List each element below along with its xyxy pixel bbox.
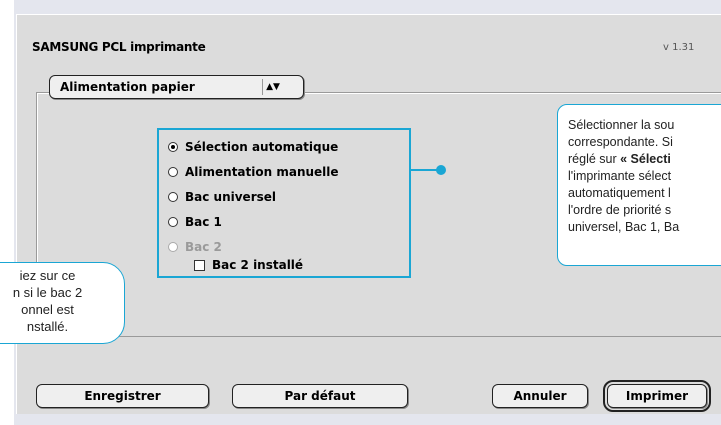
radio-icon [168, 217, 178, 227]
radio-label: Alimentation manuelle [185, 165, 339, 179]
callout-line: Sélectionner la sou [568, 118, 675, 132]
section-popup-menu[interactable]: Alimentation papier ▲▼ [49, 75, 304, 99]
callout-line: iez sur ce [19, 268, 76, 283]
checkbox-label: Bac 2 installé [212, 258, 304, 272]
callout-line: nstallé. [26, 319, 69, 334]
callout-line: n si le bac 2 [12, 285, 83, 300]
callout-line: automatiquement l [568, 186, 671, 200]
radio-label: Sélection automatique [185, 140, 339, 154]
callout-line: universel, Bac 1, Ba [568, 220, 680, 234]
radio-icon [168, 192, 178, 202]
radio-icon [168, 242, 178, 252]
callout-line: l'ordre de priorité s [568, 203, 672, 217]
radio-label: Bac 2 [185, 240, 222, 254]
callout-line: onnel est [21, 302, 74, 317]
radio-tray-1[interactable]: Bac 1 [168, 213, 222, 231]
radio-label: Bac universel [185, 190, 277, 204]
radio-tray-2: Bac 2 [168, 238, 222, 256]
left-margin [0, 0, 14, 425]
radio-label: Bac 1 [185, 215, 222, 229]
print-button[interactable]: Imprimer [603, 380, 711, 412]
popup-arrows-icon: ▲▼ [262, 79, 283, 95]
callout-paper-source: Sélectionner la sou correspondante. Si r… [557, 104, 721, 266]
cancel-button[interactable]: Annuler [492, 384, 588, 408]
dialog-title: SAMSUNG PCL imprimante [32, 40, 206, 54]
radio-manual-feed[interactable]: Alimentation manuelle [168, 163, 339, 181]
radio-selected-icon [168, 142, 178, 152]
radio-universal-tray[interactable]: Bac universel [168, 188, 276, 206]
callout-connector-dot [436, 165, 446, 175]
callout-bold-text: « Sélecti [620, 152, 671, 166]
callout-line: l'imprimante sélect [568, 169, 672, 183]
tray-2-installed-checkbox[interactable]: Bac 2 installé [194, 258, 303, 272]
checkbox-icon [194, 259, 205, 271]
version-label: v 1.31 [663, 42, 695, 53]
defaults-button[interactable]: Par défaut [232, 384, 408, 408]
callout-tray-2: iez sur ce n si le bac 2 onnel est nstal… [0, 262, 125, 344]
callout-text: réglé sur [568, 152, 621, 166]
radio-icon [168, 167, 178, 177]
save-button[interactable]: Enregistrer [36, 384, 209, 408]
section-popup-label: Alimentation papier [60, 80, 195, 94]
callout-line: réglé sur « Sélecti [568, 151, 721, 168]
callout-line: correspondante. Si [568, 135, 673, 149]
radio-auto-select[interactable]: Sélection automatique [168, 138, 338, 156]
